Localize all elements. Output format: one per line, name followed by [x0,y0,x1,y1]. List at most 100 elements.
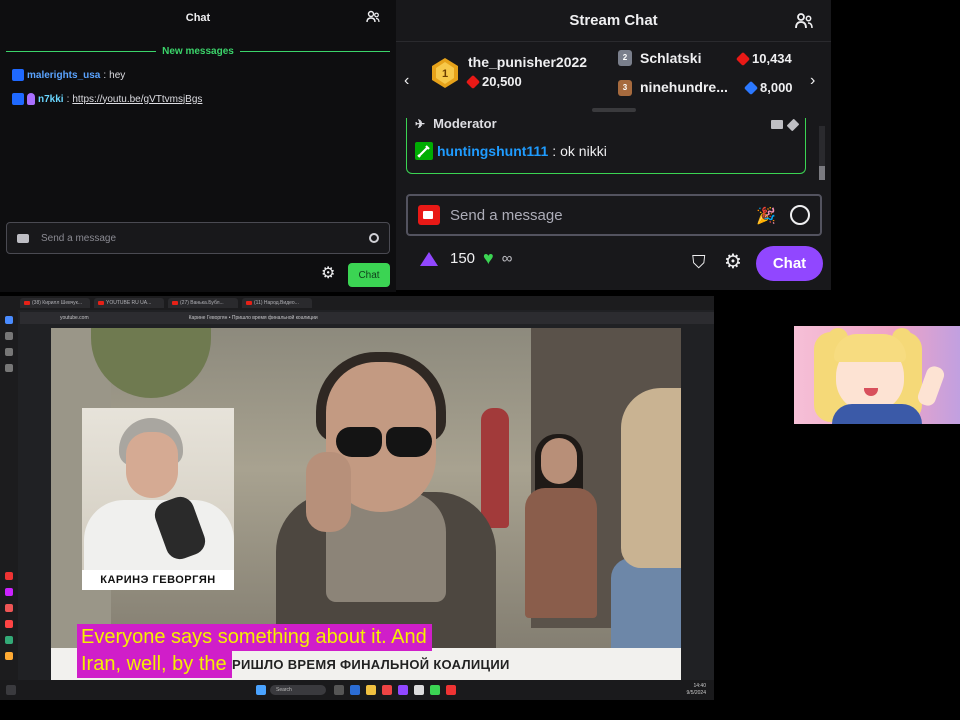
os-taskbar: Search 14:40 9/5/2024 [0,680,714,700]
points-value: 8,000 [760,80,793,95]
infinity-value: ∞ [501,250,513,267]
browser-tab[interactable]: (11) Народ.Видео... [242,298,312,308]
tab-title: (38) Кирилл Шевчук... [32,300,83,306]
leaderboard-scroll-indicator [592,108,636,112]
users-icon[interactable] [366,10,380,24]
gear-icon[interactable]: ⚙ [321,266,337,282]
users-icon[interactable] [795,12,813,30]
party-popper-icon[interactable]: 🎉 [756,206,776,226]
chat-username[interactable]: huntingshunt111 [437,143,548,159]
pinned-message: ✈ Moderator huntingshunt111: ok nikki [406,116,806,174]
camera-icon[interactable] [771,120,783,129]
browser-tab[interactable]: (38) Кирилл Шевчук... [20,298,90,308]
taskbar-app-icon[interactable] [414,685,424,695]
chat-message-text: hey [109,69,126,81]
chat-username[interactable]: malerights_usa [27,70,100,81]
sidebar-app-icon[interactable] [5,572,13,580]
gear-icon[interactable]: ⚙ [724,252,742,272]
anime-overlay-image [794,326,960,424]
stream-chat-input[interactable]: Send a message 🎉 [406,194,822,236]
mic-badge-icon [27,93,35,105]
video-scene-person [521,434,601,638]
chevron-left-icon[interactable]: ‹ [404,72,409,90]
stream-screen: Chat New messages malerights_usa: hey n7… [0,0,960,720]
sidebar-app-icon[interactable] [5,636,13,644]
chat-message-text: ok nikki [560,143,607,159]
rank-label: 3 [622,83,628,92]
taskbar-app-icon[interactable] [430,685,440,695]
sword-icon[interactable] [786,118,800,132]
emoji-icon[interactable] [369,233,379,243]
leaderboard-entry[interactable]: Schlatski [640,50,701,66]
points-value: 10,434 [752,51,792,66]
browser-tab[interactable]: (27) Ванька.Бубл... [168,298,238,308]
popout-chat-input[interactable]: Send a message [6,222,390,254]
sidebar-app-icon[interactable] [5,604,13,612]
gold-medal-icon: 1 [432,58,458,88]
browser-window: (38) Кирилл Шевчук... YOUTUBE RU UA... (… [0,296,714,700]
new-messages-divider: New messages [6,45,390,57]
badge-icon [12,69,24,81]
chat-message-link[interactable]: https://youtu.be/gVTtvmsjBgs [72,94,202,105]
taskbar-app-icon[interactable] [398,685,408,695]
browser-sidebar [0,310,18,686]
sidebar-app-icon[interactable] [5,316,13,324]
pinned-header: ✈ Moderator [415,116,497,131]
video-subtitles: Everyone says something about it. And Ir… [77,624,432,678]
popout-chat-title: Chat [185,12,211,24]
emoji-icon[interactable] [790,205,810,225]
popout-chat-button[interactable]: Chat [348,263,390,287]
channel-points-area: 150 ♥ ∞ [420,248,512,269]
popout-chat-header: Chat [0,0,396,36]
camera-icon [17,233,29,243]
leaderboard-name: ninehundre... [640,79,728,95]
heart-icon[interactable]: ♥ [483,248,494,269]
new-messages-label: New messages [162,45,234,57]
taskbar-app-icon[interactable] [382,685,392,695]
leaderboard-points: 20,500 [465,74,522,89]
channel-points-icon[interactable] [420,251,438,266]
gem-icon [465,74,481,89]
chat-message: n7kki: https://youtu.be/gVTtvmsjBgs [12,93,202,105]
taskbar-app-icon[interactable] [334,685,344,695]
start-icon[interactable] [256,685,266,695]
leaderboard-points: 8,000 [743,80,793,95]
silver-medal-icon: 2 [618,50,632,66]
moderator-sword-icon [415,142,433,160]
subtitle-line: Everyone says something about it. And [77,624,432,651]
taskbar-app-icon[interactable] [350,685,360,695]
leaderboard-entry[interactable]: ninehundre... [640,79,728,95]
youtube-icon [98,301,104,305]
sidebar-app-icon[interactable] [5,348,13,356]
chat-username[interactable]: n7kki [38,94,64,105]
tab-title: (11) Народ.Видео... [254,300,299,306]
sidebar-app-icon[interactable] [5,364,13,372]
taskbar-app-icon[interactable] [446,685,456,695]
video-player[interactable]: КАРИНЭ ГЕВОРГЯН ПРИШЛО ВРЕМЯ ФИНАЛЬНОЙ К… [51,328,681,681]
sidebar-app-icon[interactable] [5,332,13,340]
sidebar-app-icon[interactable] [5,588,13,596]
leaderboard-name: the_punisher2022 [468,54,588,70]
bronze-medal-icon: 3 [618,80,632,96]
pin-icon: ✈ [415,116,426,131]
leaderboard-entry[interactable]: the_punisher2022 [468,54,587,70]
clock-date: 9/5/2024 [686,690,706,696]
stream-chat-button[interactable]: Chat [756,246,823,281]
address-bar[interactable]: youtube.com Карине Геворгян • Пришло вре… [20,312,714,324]
video-scene-person [611,388,681,678]
browser-tab[interactable]: YOUTUBE RU UA... [94,298,164,308]
sidebar-app-icon[interactable] [5,652,13,660]
taskbar-search[interactable]: Search [270,685,326,695]
sidebar-app-icon[interactable] [5,620,13,628]
widgets-icon[interactable] [6,685,16,695]
system-clock[interactable]: 14:40 9/5/2024 [687,683,706,697]
tab-title: (27) Ванька.Бубл... [180,300,224,306]
camera-icon[interactable] [418,205,440,225]
page-title: Карине Геворгян • Пришло время финальной… [188,315,318,321]
stream-chat-placeholder: Send a message [450,206,563,224]
popout-chat-panel: Chat New messages malerights_usa: hey n7… [0,0,396,292]
shield-icon[interactable]: ⛉ [692,252,706,273]
folder-icon[interactable] [366,685,376,695]
chevron-right-icon[interactable]: › [810,72,815,90]
chat-scrollbar[interactable] [819,120,825,186]
